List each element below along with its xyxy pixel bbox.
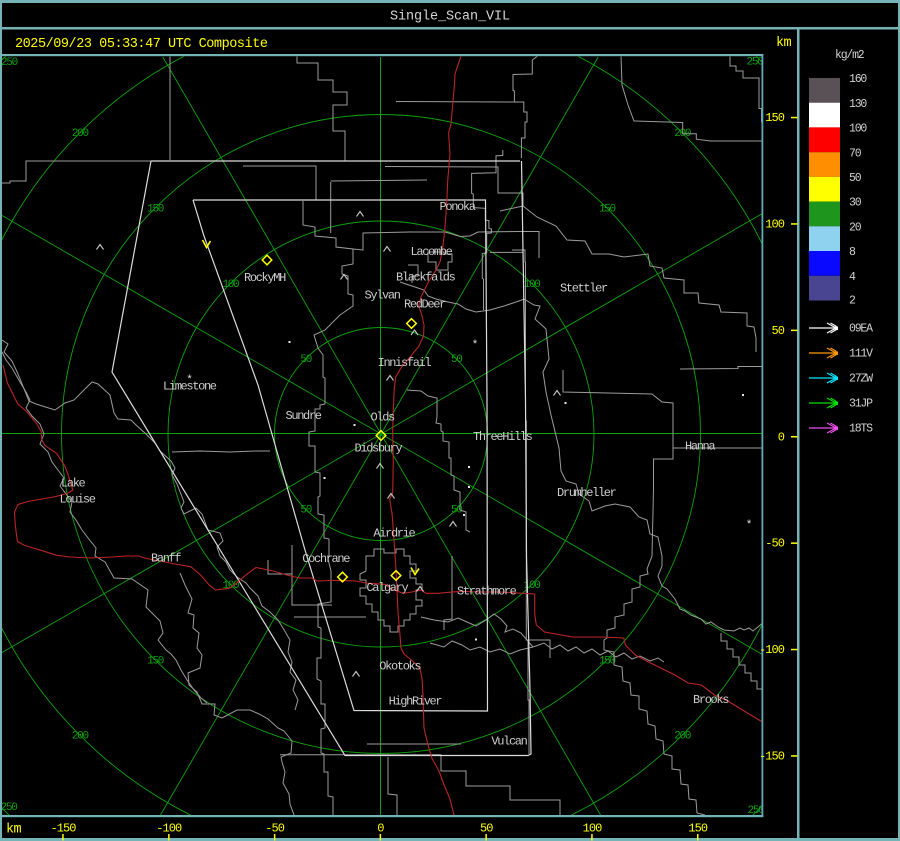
svg-text:Brooks: Brooks: [693, 693, 729, 707]
svg-text:250: 250: [747, 57, 764, 69]
svg-text:09EA: 09EA: [849, 322, 873, 335]
svg-text:50: 50: [849, 172, 862, 185]
svg-text:200: 200: [72, 128, 89, 140]
svg-text:200: 200: [674, 731, 691, 743]
svg-text:70: 70: [849, 147, 862, 160]
svg-text:Blackfalds: Blackfalds: [396, 271, 456, 285]
svg-text:km: km: [776, 36, 792, 51]
svg-text:Didsbury: Didsbury: [355, 441, 403, 455]
svg-text:130: 130: [849, 98, 867, 111]
svg-text:100: 100: [583, 822, 603, 836]
svg-text:-150: -150: [759, 750, 785, 764]
svg-text:RedDeer: RedDeer: [404, 298, 446, 312]
svg-text:150: 150: [765, 111, 785, 125]
svg-text:150: 150: [147, 655, 164, 667]
svg-text:250: 250: [1, 802, 18, 814]
svg-text:Limestone: Limestone: [163, 380, 217, 394]
svg-text:Banff: Banff: [151, 552, 181, 566]
svg-text:*: *: [746, 520, 753, 532]
svg-text:30: 30: [849, 197, 862, 210]
svg-text:50: 50: [480, 822, 493, 836]
svg-text:-50: -50: [765, 537, 785, 551]
svg-text:Hanna: Hanna: [685, 440, 715, 454]
svg-text:150: 150: [688, 822, 708, 836]
svg-text:150: 150: [147, 204, 164, 216]
svg-text:100: 100: [222, 580, 239, 592]
svg-text:Okotoks: Okotoks: [379, 660, 421, 674]
svg-text:150: 150: [599, 655, 616, 667]
svg-text:kg/m2: kg/m2: [835, 49, 865, 62]
svg-text:0: 0: [778, 430, 785, 444]
svg-text:50: 50: [451, 354, 462, 366]
svg-text:100: 100: [222, 279, 239, 291]
svg-text:Sundre: Sundre: [286, 409, 322, 423]
svg-text:2025/09/23 05:33:47 UTC Compos: 2025/09/23 05:33:47 UTC Composite: [15, 37, 268, 52]
svg-text:Cochrane: Cochrane: [302, 552, 350, 566]
svg-text:50: 50: [300, 505, 311, 517]
svg-text:-50: -50: [265, 822, 285, 836]
svg-text:27ZW: 27ZW: [849, 372, 873, 385]
svg-text:Stettler: Stettler: [560, 282, 608, 296]
svg-text:Lacombe: Lacombe: [411, 245, 453, 259]
svg-text:Calgary: Calgary: [366, 581, 408, 595]
svg-text:*: *: [472, 340, 479, 352]
svg-text:100: 100: [849, 123, 867, 136]
svg-text:20: 20: [849, 221, 862, 234]
svg-text:Innisfail: Innisfail: [378, 356, 432, 370]
svg-text:0: 0: [377, 822, 384, 836]
svg-text:km: km: [6, 823, 22, 838]
svg-text:Ponoka: Ponoka: [440, 200, 476, 214]
svg-text:100: 100: [765, 218, 785, 232]
svg-text:-100: -100: [759, 643, 785, 657]
svg-text:-100: -100: [156, 822, 182, 836]
svg-text:RockyMH: RockyMH: [244, 271, 286, 285]
svg-text:HighRiver: HighRiver: [389, 695, 443, 709]
svg-text:Vulcan: Vulcan: [491, 735, 527, 749]
svg-text:Single_Scan_VIL: Single_Scan_VIL: [390, 10, 510, 25]
svg-text:250: 250: [1, 57, 18, 69]
svg-text:31JP: 31JP: [849, 397, 873, 410]
svg-text:111V: 111V: [849, 347, 873, 360]
svg-text:160: 160: [849, 73, 867, 86]
svg-text:-150: -150: [50, 822, 76, 836]
svg-text:Strathmore: Strathmore: [457, 585, 517, 599]
svg-text:150: 150: [599, 204, 616, 216]
svg-text:100: 100: [524, 279, 541, 291]
svg-text:Drumheller: Drumheller: [557, 486, 617, 500]
svg-text:Louise: Louise: [60, 493, 96, 507]
svg-text:Lake: Lake: [61, 477, 86, 491]
svg-text:Sylvan: Sylvan: [365, 289, 401, 303]
svg-text:Airdrie: Airdrie: [373, 527, 415, 541]
svg-text:50: 50: [771, 324, 784, 338]
svg-text:50: 50: [300, 354, 311, 366]
svg-text:ThreeHills: ThreeHills: [473, 430, 533, 444]
svg-text:200: 200: [72, 731, 89, 743]
svg-text:18TS: 18TS: [849, 422, 873, 435]
svg-text:Olds: Olds: [371, 410, 396, 424]
